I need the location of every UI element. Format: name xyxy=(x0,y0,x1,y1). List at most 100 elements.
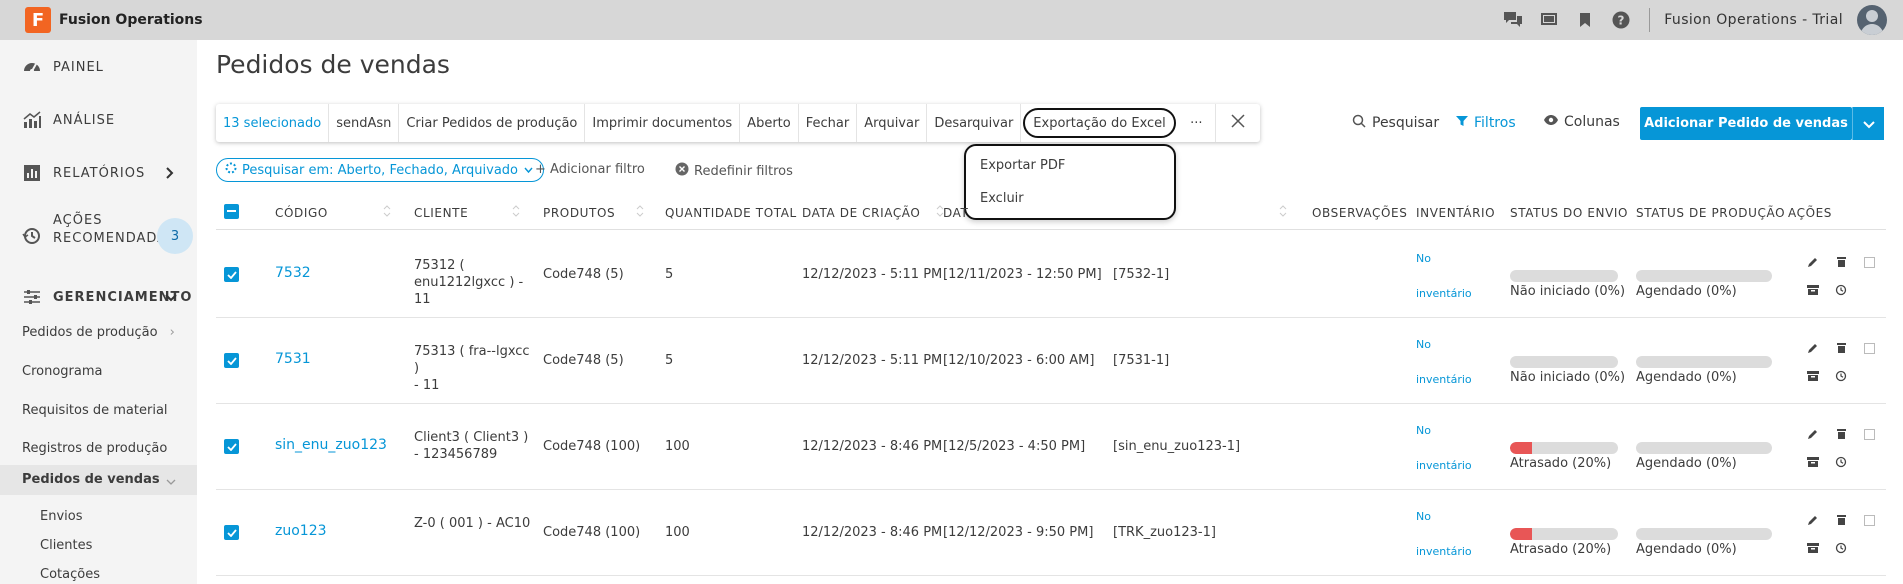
help-icon[interactable]: ? xyxy=(1603,0,1639,40)
action-open[interactable]: Aberto xyxy=(740,104,799,142)
sidebar-item-painel[interactable]: PAINEL xyxy=(0,42,197,92)
col-produtos[interactable]: PRODUTOS xyxy=(543,206,615,220)
order-code-link[interactable]: 7531 xyxy=(275,351,311,368)
row-checkbox[interactable] xyxy=(224,525,239,540)
edit-icon[interactable] xyxy=(1805,426,1821,442)
inventory-link[interactable]: inventário xyxy=(1416,373,1472,386)
archive-icon[interactable] xyxy=(1805,454,1821,470)
action-create-production-orders[interactable]: Criar Pedidos de produção xyxy=(399,104,586,142)
sidebar-item-registros[interactable]: Registros de produção xyxy=(22,441,167,456)
search-button[interactable]: Pesquisar xyxy=(1352,114,1439,132)
more-actions-button[interactable]: ··· xyxy=(1178,104,1216,142)
history-icon[interactable] xyxy=(1833,282,1849,298)
history-icon[interactable] xyxy=(1833,454,1849,470)
action-print-documents[interactable]: Imprimir documentos xyxy=(585,104,741,142)
menu-item-export-pdf[interactable]: Exportar PDF xyxy=(980,158,1065,173)
square-icon[interactable] xyxy=(1861,426,1877,442)
sort-icon[interactable] xyxy=(636,204,644,218)
col-quantidade[interactable]: QUANTIDADE TOTAL xyxy=(665,206,797,220)
add-filter-button[interactable]: + Adicionar filtro xyxy=(535,162,645,177)
sidebar-item-gerenciamento[interactable]: GERENCIAMENTO xyxy=(0,272,197,322)
col-cliente[interactable]: CLIENTE xyxy=(414,206,468,220)
production-progress-bar xyxy=(1636,528,1772,540)
sort-icon[interactable] xyxy=(383,204,391,218)
delete-icon[interactable] xyxy=(1833,254,1849,270)
sort-icon[interactable] xyxy=(512,204,520,218)
reset-filters-button[interactable]: Redefinir filtros xyxy=(675,162,793,180)
delete-icon[interactable] xyxy=(1833,512,1849,528)
sidebar-item-cotacoes[interactable]: Cotações xyxy=(40,567,100,582)
sidebar-item-requisitos[interactable]: Requisitos de material xyxy=(22,403,168,418)
search-scope-chip[interactable]: Pesquisar em: Aberto, Fechado, Arquivado xyxy=(216,158,545,182)
action-send-asn[interactable]: sendAsn xyxy=(329,104,400,142)
square-icon[interactable] xyxy=(1861,340,1877,356)
col-data-criacao[interactable]: DATA DE CRIAÇÃO xyxy=(802,206,920,220)
sidebar-item-envios[interactable]: Envios xyxy=(40,509,83,524)
user-label[interactable]: Fusion Operations - Trial xyxy=(1664,12,1843,28)
col-status-envio[interactable]: STATUS DO ENVIO xyxy=(1510,206,1628,220)
select-all-checkbox[interactable] xyxy=(224,204,239,219)
table-row[interactable]: 7531 75313 ( fra--lgxcc ) - 11 Code748 (… xyxy=(216,318,1886,404)
table-row[interactable]: sin_enu_zuo123 Client3 ( Client3 ) - 123… xyxy=(216,404,1886,490)
edit-icon[interactable] xyxy=(1805,340,1821,356)
col-data[interactable]: DAT xyxy=(943,206,968,220)
inventory-link[interactable]: No xyxy=(1416,252,1431,265)
bookmark-icon[interactable] xyxy=(1567,0,1603,40)
avatar[interactable] xyxy=(1857,5,1887,35)
col-inventario[interactable]: INVENTÁRIO xyxy=(1416,206,1495,220)
col-status-producao[interactable]: STATUS DE PRODUÇÃO xyxy=(1636,206,1785,220)
sort-icon[interactable] xyxy=(1279,204,1287,218)
sidebar-item-analise[interactable]: ANÁLISE xyxy=(0,95,197,145)
table-row[interactable]: 7532 75312 ( enu1212lgxcc ) - 11 Code748… xyxy=(216,232,1886,318)
sidebar-item-clientes[interactable]: Clientes xyxy=(40,538,92,553)
col-observacoes[interactable]: OBSERVAÇÕES xyxy=(1312,206,1407,220)
columns-button[interactable]: Colunas xyxy=(1543,114,1620,130)
shipping-progress-bar xyxy=(1510,528,1618,540)
archive-icon[interactable] xyxy=(1805,282,1821,298)
row-checkbox[interactable] xyxy=(224,439,239,454)
action-excel-export[interactable]: Exportação do Excel xyxy=(1023,108,1176,138)
progress-fill xyxy=(1510,528,1532,540)
action-archive[interactable]: Arquivar xyxy=(857,104,928,142)
sidebar-item-pedidos-producao[interactable]: Pedidos de produção › xyxy=(22,325,175,340)
inventory-link[interactable]: inventário xyxy=(1416,287,1472,300)
square-icon[interactable] xyxy=(1861,254,1877,270)
col-codigo[interactable]: CÓDIGO xyxy=(275,206,328,220)
inventory-link[interactable]: No xyxy=(1416,338,1431,351)
order-code-link[interactable]: sin_enu_zuo123 xyxy=(275,437,387,454)
edit-icon[interactable] xyxy=(1805,254,1821,270)
sidebar-item-relatorios[interactable]: RELATÓRIOS xyxy=(0,148,197,198)
edit-icon[interactable] xyxy=(1805,512,1821,528)
row-checkbox[interactable] xyxy=(224,267,239,282)
inventory-link[interactable]: inventário xyxy=(1416,459,1472,472)
sidebar-item-pedidos-vendas[interactable]: Pedidos de vendas xyxy=(0,465,197,495)
table-row[interactable]: zuo123 Z-0 ( 001 ) - AC10 Code748 (100) … xyxy=(216,490,1886,576)
inventory-link[interactable]: inventário xyxy=(1416,545,1472,558)
row-checkbox[interactable] xyxy=(224,353,239,368)
inventory-link[interactable]: No xyxy=(1416,424,1431,437)
history-icon[interactable] xyxy=(1833,368,1849,384)
archive-icon[interactable] xyxy=(1805,540,1821,556)
archive-icon[interactable] xyxy=(1805,368,1821,384)
sidebar-item-cronograma[interactable]: Cronograma xyxy=(22,364,102,379)
history-icon[interactable] xyxy=(1833,540,1849,556)
action-close[interactable]: Fechar xyxy=(799,104,858,142)
display-icon[interactable] xyxy=(1531,0,1567,40)
close-selection-button[interactable] xyxy=(1216,104,1260,142)
sidebar-item-acoes-recomendadas[interactable]: AÇÕES RECOMENDADAS 3 xyxy=(0,202,197,270)
action-unarchive[interactable]: Desarquivar xyxy=(927,104,1022,142)
chat-icon[interactable] xyxy=(1495,0,1531,40)
app-name[interactable]: Fusion Operations xyxy=(59,12,203,28)
sort-icon[interactable] xyxy=(936,204,944,218)
inventory-link[interactable]: No xyxy=(1416,510,1431,523)
app-logo[interactable]: F xyxy=(25,7,51,33)
delete-icon[interactable] xyxy=(1833,340,1849,356)
order-code-link[interactable]: zuo123 xyxy=(275,523,327,540)
add-options-dropdown[interactable] xyxy=(1852,107,1884,140)
delete-icon[interactable] xyxy=(1833,426,1849,442)
selected-count[interactable]: 13 selecionado xyxy=(216,104,330,142)
filters-button[interactable]: Filtros xyxy=(1455,114,1516,132)
square-icon[interactable] xyxy=(1861,512,1877,528)
order-code-link[interactable]: 7532 xyxy=(275,265,311,282)
add-sales-order-button[interactable]: Adicionar Pedido de vendas xyxy=(1640,107,1852,140)
